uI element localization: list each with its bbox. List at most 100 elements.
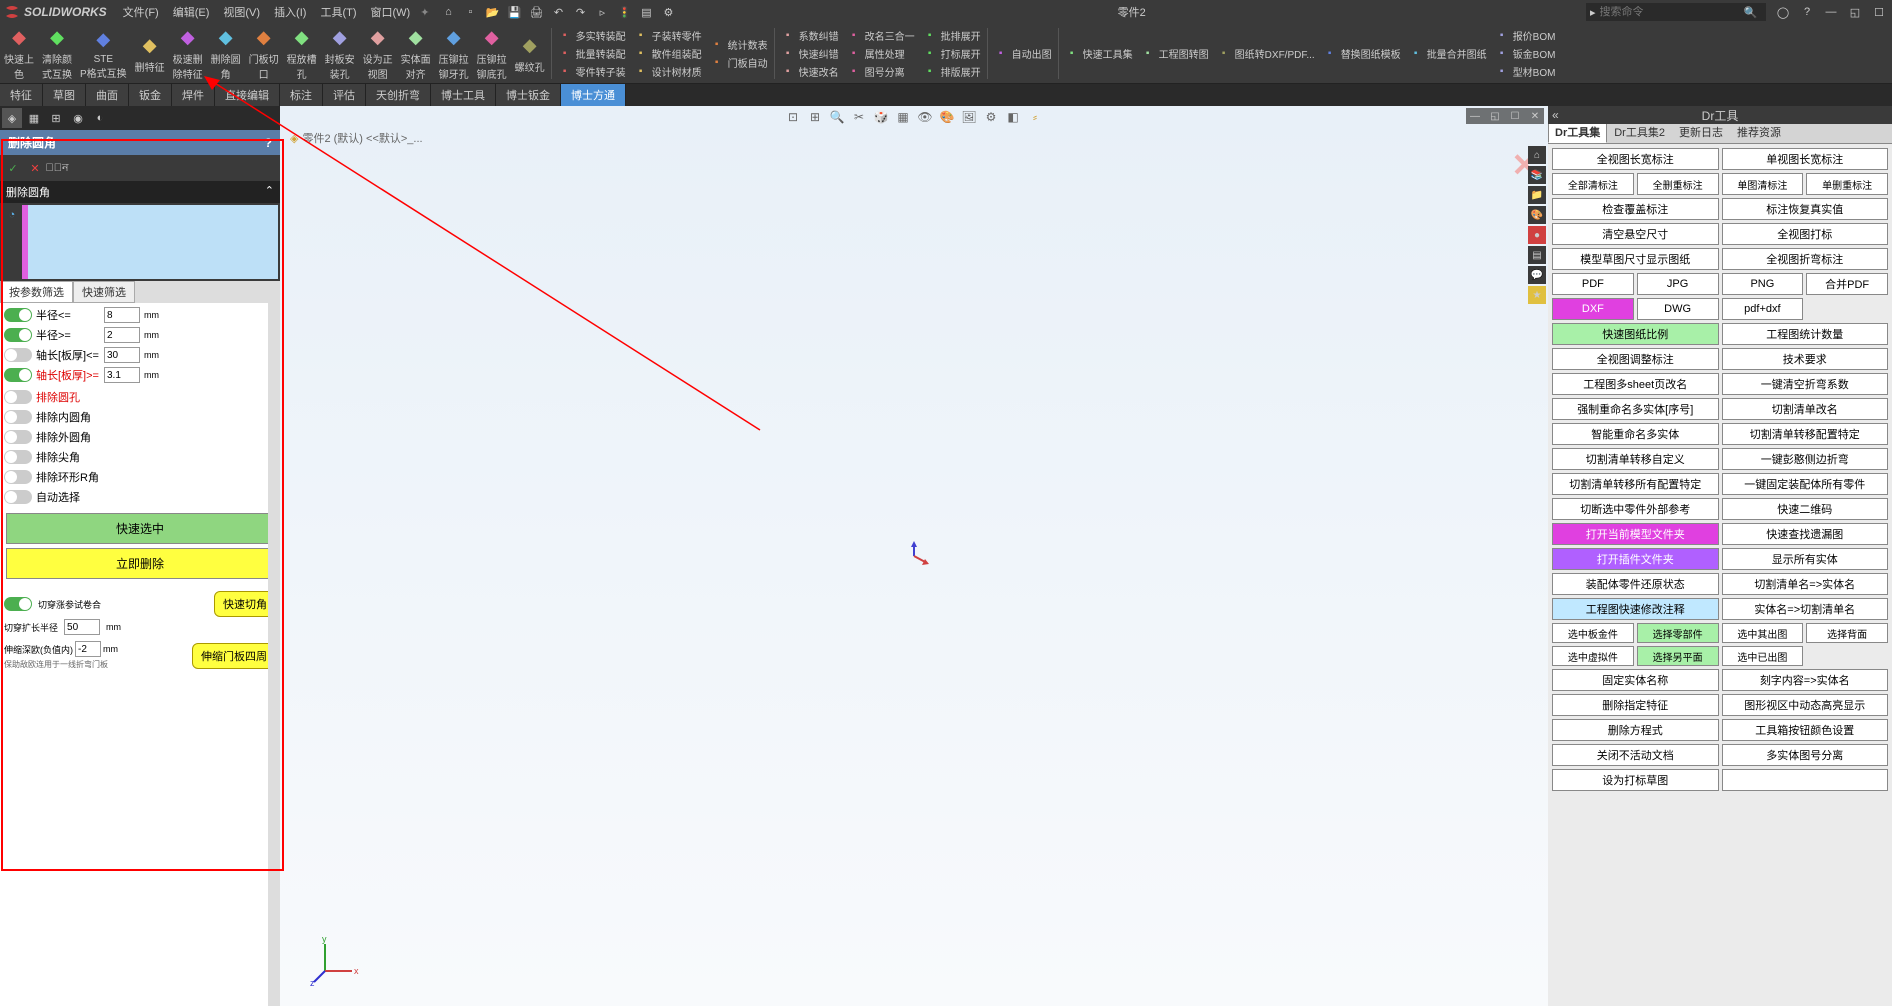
ribbon-small-子装转零件[interactable]: ▪子装转零件 xyxy=(632,27,704,44)
flyout-tree[interactable]: ◈ 零件2 (默认) <<默认>_... xyxy=(290,130,423,146)
section-view-icon[interactable]: ✂ xyxy=(850,108,868,126)
tool-全部清标注[interactable]: 全部清标注 xyxy=(1552,173,1634,195)
tool-快速查找遗漏图[interactable]: 快速查找遗漏图 xyxy=(1722,523,1889,545)
ribbon-small-批量合并图纸[interactable]: ▪批量合并图纸 xyxy=(1407,45,1489,62)
input-半径>=[interactable] xyxy=(104,327,140,343)
custom-props-icon[interactable]: ▤ xyxy=(1528,246,1546,264)
ribbon-快速上色[interactable]: ◆快速上色 xyxy=(0,24,38,83)
ribbon-small-图纸转DXF/PDF...[interactable]: ▪图纸转DXF/PDF... xyxy=(1215,45,1317,62)
tool-切割清单名=>实体名[interactable]: 切割清单名=>实体名 xyxy=(1722,573,1889,595)
tab-博士钣金[interactable]: 博士钣金 xyxy=(496,84,561,106)
tab-评估[interactable]: 评估 xyxy=(323,84,366,106)
tool-选择零部件[interactable]: 选择零部件 xyxy=(1637,623,1719,643)
tool-快速二维码[interactable]: 快速二维码 xyxy=(1722,498,1889,520)
tool-检查覆盖标注[interactable]: 检查覆盖标注 xyxy=(1552,198,1719,220)
tool-单图清标注[interactable]: 单图清标注 xyxy=(1722,173,1804,195)
menu-文件(F)[interactable]: 文件(F) xyxy=(117,2,165,22)
toggle-轴长[板厚]<=[interactable] xyxy=(4,348,32,362)
ribbon-small-钣金BOM[interactable]: ▪钣金BOM xyxy=(1493,45,1558,62)
tool-工程图快速修改注释[interactable]: 工程图快速修改注释 xyxy=(1552,598,1719,620)
tool-显示所有实体[interactable]: 显示所有实体 xyxy=(1722,548,1889,570)
minimize-icon[interactable]: — xyxy=(1822,3,1840,21)
ribbon-small-快速纠错[interactable]: ▪快速纠错 xyxy=(779,45,841,62)
tool-PNG[interactable]: PNG xyxy=(1722,273,1804,295)
menu-窗口(W)[interactable]: 窗口(W) xyxy=(365,2,417,22)
ribbon-删除圆角[interactable]: ◆删除圆角 xyxy=(207,24,245,83)
ribbon-small-快速改名[interactable]: ▪快速改名 xyxy=(779,63,841,80)
ribbon-清除颜式互换[interactable]: ◆清除颜式互换 xyxy=(38,24,76,83)
user-icon[interactable]: ◯ xyxy=(1774,3,1792,21)
restore-icon[interactable]: ◱ xyxy=(1846,3,1864,21)
ribbon-螺纹孔[interactable]: ◆螺纹孔 xyxy=(511,24,549,83)
filter-tab-quick[interactable]: 快速筛选 xyxy=(73,281,135,303)
tool-删除方程式[interactable]: 删除方程式 xyxy=(1552,719,1719,741)
tool-删除指定特征[interactable]: 删除指定特征 xyxy=(1552,694,1719,716)
toggle-轴长[板厚]>=[interactable] xyxy=(4,368,32,382)
tool-[interactable] xyxy=(1722,769,1889,791)
tool-多实体图号分离[interactable]: 多实体图号分离 xyxy=(1722,744,1889,766)
delete-now-button[interactable]: 立即删除 xyxy=(6,548,275,579)
view-palette-icon[interactable]: 🎨 xyxy=(1528,206,1546,224)
ribbon-small-门板自动[interactable]: ▪门板自动 xyxy=(708,54,770,71)
help-icon[interactable]: ? xyxy=(1798,3,1816,21)
selection-list[interactable]: ◔ xyxy=(2,205,278,279)
tool-全视图打标[interactable]: 全视图打标 xyxy=(1722,223,1889,245)
ribbon-small-打标展开[interactable]: ▪打标展开 xyxy=(921,45,983,62)
ribbon-small-型材BOM[interactable]: ▪型材BOM xyxy=(1493,63,1558,80)
apply-scene-icon[interactable]: 🖼 xyxy=(960,108,978,126)
tool-标注恢复真实值[interactable]: 标注恢复真实值 xyxy=(1722,198,1889,220)
right-tab-推荐资源[interactable]: 推荐资源 xyxy=(1730,121,1788,143)
dimxpert-icon[interactable]: ◉ xyxy=(68,108,88,128)
resources-icon[interactable]: ⌂ xyxy=(1528,146,1546,164)
panel-scrollbar[interactable] xyxy=(268,296,280,1006)
doc-icon[interactable]: ▤ xyxy=(637,3,655,21)
tool-JPG[interactable]: JPG xyxy=(1637,273,1719,295)
ribbon-设为正视图[interactable]: ◆设为正视图 xyxy=(359,24,397,83)
section-selection[interactable]: 删除圆角 ⌃ xyxy=(0,181,280,203)
ribbon-small-排版展开[interactable]: ▪排版展开 xyxy=(921,63,983,80)
search-glass-icon[interactable]: 🔍 xyxy=(1744,6,1758,19)
input-轴长[板厚]>=[interactable] xyxy=(104,367,140,383)
new-icon[interactable]: ▫ xyxy=(461,3,479,21)
tool-选择另平面[interactable]: 选择另平面 xyxy=(1637,646,1719,666)
feature-tree-icon[interactable]: ◈ xyxy=(2,108,22,128)
search-input[interactable] xyxy=(1600,6,1740,18)
redo-icon[interactable]: ↷ xyxy=(571,3,589,21)
tool-选择背面[interactable]: 选择背面 xyxy=(1806,623,1888,643)
tool-工具箱按钮颜色设置[interactable]: 工具箱按钮颜色设置 xyxy=(1722,719,1889,741)
prev-view-icon[interactable]: 🔍 xyxy=(828,108,846,126)
right-tab-更新日志[interactable]: 更新日志 xyxy=(1672,121,1730,143)
tab-博士工具[interactable]: 博士工具 xyxy=(431,84,496,106)
open-icon[interactable]: 📂 xyxy=(483,3,501,21)
tool-设为打标草图[interactable]: 设为打标草图 xyxy=(1552,769,1719,791)
tool-选中板金件[interactable]: 选中板金件 xyxy=(1552,623,1634,643)
tool-切割清单转移配置特定[interactable]: 切割清单转移配置特定 xyxy=(1722,423,1889,445)
toggle-排除圆孔[interactable] xyxy=(4,390,32,404)
tab-直接编辑[interactable]: 直接编辑 xyxy=(215,84,280,106)
tab-钣金[interactable]: 钣金 xyxy=(129,84,172,106)
ribbon-程放槽孔[interactable]: ◆程放槽孔 xyxy=(283,24,321,83)
forum-icon[interactable]: 💬 xyxy=(1528,266,1546,284)
ribbon-实体面对齐[interactable]: ◆实体面对齐 xyxy=(397,24,435,83)
input-轴长[板厚]<=[interactable] xyxy=(104,347,140,363)
menu-编辑(E)[interactable]: 编辑(E) xyxy=(167,2,216,22)
ribbon-small-工程图转图[interactable]: ▪工程图转图 xyxy=(1139,45,1211,62)
toggle-排除外圆角[interactable] xyxy=(4,430,32,444)
display-icon[interactable]: ◐ xyxy=(90,108,110,128)
save-icon[interactable]: 💾 xyxy=(505,3,523,21)
tool-一键清空折弯系数[interactable]: 一键清空折弯系数 xyxy=(1722,373,1889,395)
toggle-cutthrough[interactable] xyxy=(4,597,32,611)
toggle-排除尖角[interactable] xyxy=(4,450,32,464)
zoom-fit-icon[interactable]: ⊡ xyxy=(784,108,802,126)
ribbon-small-自动出图[interactable]: ▪自动出图 xyxy=(992,45,1054,62)
graphics-viewport[interactable]: — ◱ ☐ ✕ ⊡ ⊞ 🔍 ✂ 🎲 ▦ 👁 🎨 🖼 ⚙ ◧ ⸗ ◈ 零件2 (默… xyxy=(280,106,1548,1006)
ribbon-small-批量转装配[interactable]: ▪批量转装配 xyxy=(556,45,628,62)
tab-草图[interactable]: 草图 xyxy=(43,84,86,106)
tool-关闭不活动文档[interactable]: 关闭不活动文档 xyxy=(1552,744,1719,766)
tool-实体名=>切割清单名[interactable]: 实体名=>切割清单名 xyxy=(1722,598,1889,620)
tool-一键固定装配体所有零件[interactable]: 一键固定装配体所有零件 xyxy=(1722,473,1889,495)
tool-切割清单改名[interactable]: 切割清单改名 xyxy=(1722,398,1889,420)
right-tab-Dr工具集2[interactable]: Dr工具集2 xyxy=(1607,121,1672,143)
tab-天创折弯[interactable]: 天创折弯 xyxy=(366,84,431,106)
tool-技术要求[interactable]: 技术要求 xyxy=(1722,348,1889,370)
